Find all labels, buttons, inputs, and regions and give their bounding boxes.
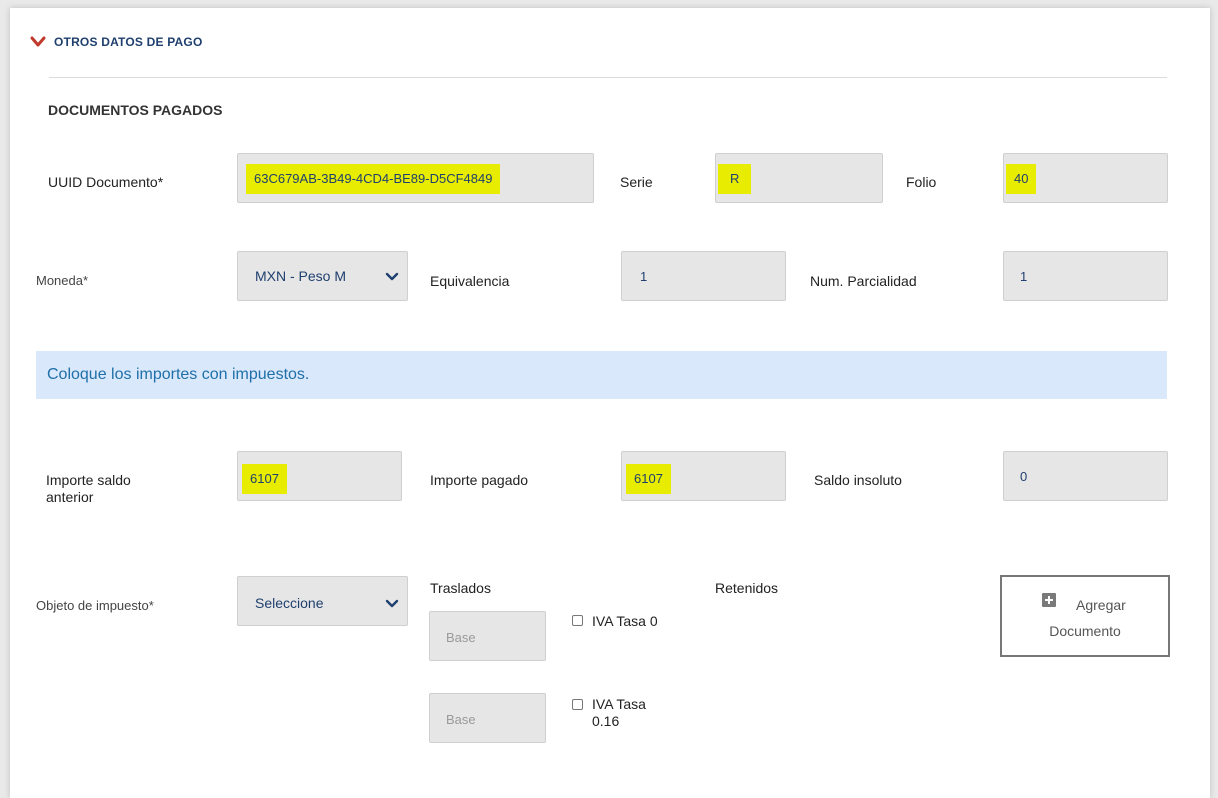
divider (49, 77, 1167, 78)
serie-label: Serie (620, 174, 653, 190)
equivalencia-field[interactable]: 1 (621, 251, 786, 301)
saldo-anterior-label-line2: anterior (46, 489, 94, 505)
chevron-down-icon (385, 599, 399, 608)
parcialidad-label: Num. Parcialidad (810, 273, 917, 289)
insoluto-field[interactable]: 0 (1003, 451, 1168, 501)
moneda-value: MXN - Peso M (255, 268, 347, 284)
pagado-label: Importe pagado (430, 472, 529, 488)
saldo-anterior-label-line1: Importe saldo (46, 472, 131, 488)
uuid-label: UUID Documento* (48, 174, 164, 190)
traslados-label: Traslados (430, 580, 491, 596)
base-placeholder: Base (446, 712, 476, 727)
subsection-title: DOCUMENTOS PAGADOS (48, 102, 223, 118)
info-banner: Coloque los importes con impuestos. (36, 351, 1167, 399)
plus-square-icon (1042, 593, 1056, 607)
moneda-label: Moneda* (36, 273, 89, 288)
agregar-documento-button[interactable]: Agregar Documento (1000, 575, 1170, 657)
insoluto-label: Saldo insoluto (814, 472, 902, 488)
saldo-anterior-value: 6107 (242, 464, 287, 494)
insoluto-value: 0 (1020, 469, 1028, 484)
iva-tasa-016-label: IVA Tasa 0.16 (592, 696, 646, 730)
agregar-label: Agregar (1076, 597, 1126, 613)
payment-panel: OTROS DATOS DE PAGO DOCUMENTOS PAGADOS U… (10, 8, 1210, 798)
chevron-down-icon (30, 36, 46, 47)
pagado-value: 6107 (626, 464, 671, 494)
iva-tasa-0-checkbox[interactable] (572, 615, 583, 626)
objeto-select[interactable]: Seleccione (237, 576, 408, 626)
base-input-iva16[interactable]: Base (429, 693, 546, 743)
pagado-field[interactable]: 6107 (621, 451, 786, 501)
objeto-value: Seleccione (255, 595, 324, 611)
moneda-select[interactable]: MXN - Peso M (237, 251, 408, 301)
iva-tasa-016-label-line2: 0.16 (592, 713, 620, 729)
folio-label: Folio (906, 174, 937, 190)
chevron-down-icon (385, 272, 399, 281)
base-placeholder: Base (446, 630, 476, 645)
uuid-value: 63C679AB-3B49-4CD4-BE89-D5CF4849 (246, 164, 501, 194)
objeto-label: Objeto de impuesto* (36, 598, 154, 613)
documento-label: Documento (1049, 623, 1121, 639)
equivalencia-value: 1 (640, 269, 648, 284)
folio-field[interactable]: 40 (1003, 153, 1168, 203)
section-toggle[interactable]: OTROS DATOS DE PAGO (30, 35, 202, 49)
retenidos-label: Retenidos (715, 580, 779, 596)
iva-tasa-016-checkbox[interactable] (572, 699, 583, 710)
iva-tasa-0-label: IVA Tasa 0 (592, 613, 658, 629)
parcialidad-field[interactable]: 1 (1003, 251, 1168, 301)
base-input-iva0[interactable]: Base (429, 611, 546, 661)
section-title: OTROS DATOS DE PAGO (54, 35, 203, 49)
serie-field[interactable]: R (715, 153, 883, 203)
saldo-anterior-field[interactable]: 6107 (237, 451, 402, 501)
serie-value: R (718, 164, 752, 194)
uuid-field[interactable]: 63C679AB-3B49-4CD4-BE89-D5CF4849 (237, 153, 594, 203)
equivalencia-label: Equivalencia (430, 273, 510, 289)
iva-tasa-016-label-line1: IVA Tasa (592, 696, 646, 712)
folio-value: 40 (1006, 164, 1037, 194)
saldo-anterior-label: Importe saldo anterior (46, 472, 131, 506)
parcialidad-value: 1 (1020, 269, 1028, 284)
